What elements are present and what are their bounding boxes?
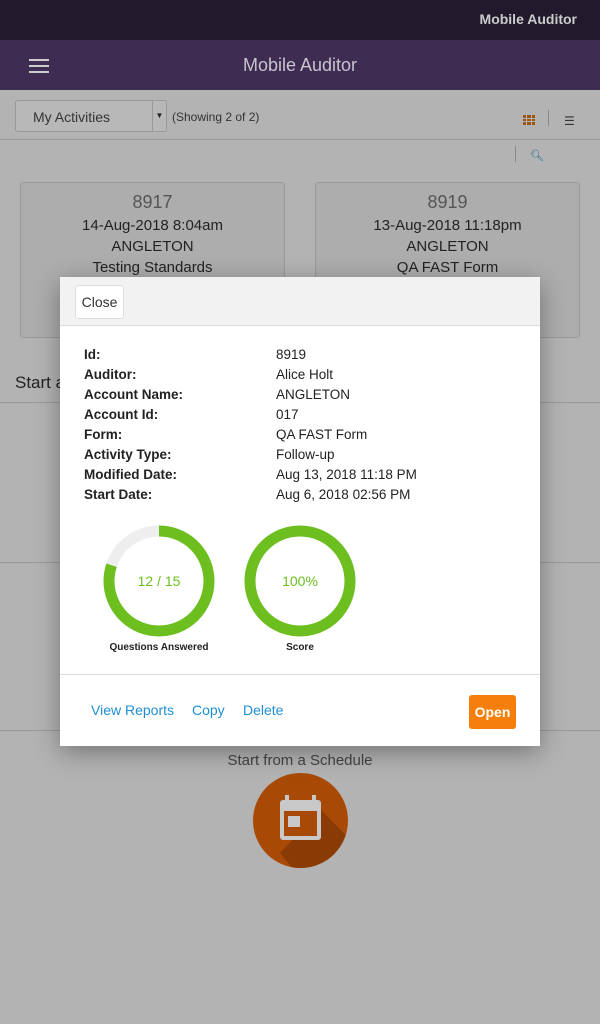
questions-text: 12 / 15 [138,573,181,589]
divider [515,146,516,162]
app-header: Mobile Auditor [0,40,600,90]
view-reports-link[interactable]: View Reports [91,702,174,718]
detail-label: Auditor: [84,367,137,382]
search-icon[interactable]: 🔍︎ [530,149,544,162]
detail-row: Account Id: 017 [84,407,299,422]
detail-value: Aug 13, 2018 11:18 PM [276,467,417,482]
filter-value: My Activities [33,109,111,125]
list-view-icon[interactable]: ☰ [564,114,575,128]
schedule-title: Start from a Schedule [227,752,373,769]
open-button[interactable]: Open [469,695,516,729]
detail-label: Account Id: [84,407,159,422]
activity-detail-modal: Close Id: 8919 Auditor: Alice Holt Account N… [60,277,540,746]
questions-label: Questions Answered [109,642,209,653]
detail-value: Aug 6, 2018 02:56 PM [276,487,411,502]
detail-value: 8919 [276,347,307,362]
copy-link[interactable]: Copy [192,702,225,718]
card-account: ANGLETON [111,238,194,255]
card-date: 13-Aug-2018 11:18pm [373,217,522,234]
calendar-icon [280,795,348,868]
detail-row: Form: QA FAST Form [84,427,367,442]
hamburger-icon[interactable] [29,59,49,73]
detail-value: ANGLETON [276,387,351,402]
modal-header: Close [60,277,540,326]
card-form: QA FAST Form [396,259,499,276]
detail-label: Id: [84,347,101,362]
delete-link[interactable]: Delete [243,702,283,718]
card-date: 14-Aug-2018 8:04am [82,217,223,234]
detail-row: Activity Type: Follow-up [84,447,335,462]
detail-value: 017 [276,407,299,422]
showing-count: (Showing 2 of 2) [172,110,260,124]
activity-filter-select[interactable]: My Activities ▼ [15,100,167,132]
detail-row: Id: 8919 [84,347,306,362]
status-bar: Mobile Auditor [0,0,600,40]
detail-value: QA FAST Form [276,427,368,442]
card-form: Testing Standards [92,259,213,276]
section-title: Start a [15,373,66,392]
detail-label: Form: [84,427,123,442]
questions-answered-donut: 12 / 15 Questions Answered [102,524,216,653]
card-id: 8919 [427,192,468,212]
divider [60,674,540,675]
detail-label: Account Name: [84,387,184,402]
score-label: Score [286,642,314,653]
header-title: Mobile Auditor [242,55,358,75]
detail-label: Activity Type: [84,447,172,462]
detail-row: Account Name: ANGLETON [84,387,350,402]
detail-label: Modified Date: [84,467,177,482]
detail-row: Modified Date: Aug 13, 2018 11:18 PM [84,467,417,482]
status-app-name: Mobile Auditor [479,11,577,27]
caret-down-icon: ▼ [152,101,166,131]
detail-value: Follow-up [276,447,335,462]
detail-row: Auditor: Alice Holt [84,367,333,382]
close-button[interactable]: Close [75,285,124,319]
score-text: 100% [282,573,318,589]
detail-value: Alice Holt [276,367,334,382]
card-id: 8917 [132,192,173,212]
card-account: ANGLETON [406,238,489,255]
detail-label: Start Date: [84,487,153,502]
divider [548,110,549,126]
grid-view-icon[interactable] [523,115,535,125]
start-schedule-button[interactable] [253,773,348,868]
score-donut: 100% Score [243,524,357,653]
detail-row: Start Date: Aug 6, 2018 02:56 PM [84,487,410,502]
